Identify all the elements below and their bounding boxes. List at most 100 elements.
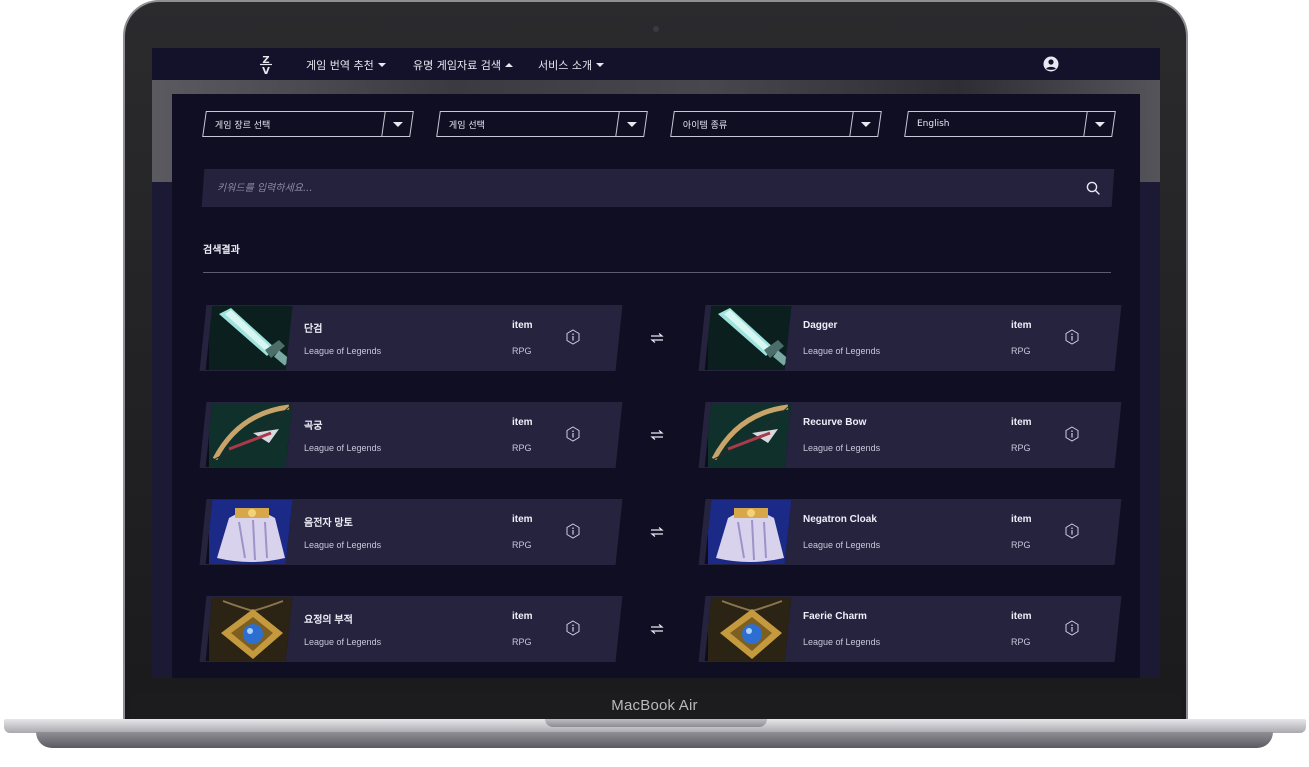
caret-down-icon <box>392 121 403 127</box>
genre-select-arrow[interactable] <box>381 112 413 136</box>
language-select[interactable]: English <box>904 111 1116 137</box>
item-name: 곡궁 <box>304 421 323 432</box>
logo[interactable]: Z V <box>255 53 277 77</box>
item-genre: RPG <box>1011 443 1031 453</box>
user-circle-icon[interactable] <box>1043 56 1059 72</box>
item-genre: RPG <box>1011 540 1031 550</box>
info-icon[interactable] <box>1064 620 1080 636</box>
item-type-select-label: 아이템 종류 <box>683 120 728 131</box>
item-name: Dagger <box>803 320 838 331</box>
bow-icon <box>708 403 792 467</box>
caret-down-icon <box>626 121 637 127</box>
result-card-left-3[interactable]: 요정의 부적 League of Legends item RPG <box>199 596 623 662</box>
search-icon <box>1086 181 1100 195</box>
info-icon[interactable] <box>565 620 581 636</box>
charm-icon <box>708 597 792 661</box>
result-card-right-0[interactable]: Dagger League of Legends item RPG <box>698 305 1122 371</box>
dagger-icon <box>708 306 792 370</box>
item-name: Recurve Bow <box>803 417 867 428</box>
item-name: Negatron Cloak <box>803 514 877 525</box>
game-select-label: 게임 선택 <box>449 120 485 131</box>
info-icon[interactable] <box>1064 329 1080 345</box>
item-game: League of Legends <box>304 346 382 356</box>
caret-down-icon <box>596 63 605 67</box>
genre-select-label: 게임 장르 선택 <box>215 120 271 131</box>
item-thumbnail-charm <box>704 597 792 661</box>
result-card-right-3[interactable]: Faerie Charm League of Legends item RPG <box>698 596 1122 662</box>
nav-item-game-data-search[interactable]: 유명 게임자료 검색 <box>413 57 513 73</box>
search-bar <box>201 169 1115 207</box>
nav-item-translation-recommend[interactable]: 게임 번역 추천 <box>306 57 386 73</box>
language-select-arrow[interactable] <box>1083 112 1115 136</box>
results-divider <box>203 272 1111 273</box>
item-type: item <box>512 514 533 525</box>
swap-arrows-icon <box>650 333 664 343</box>
laptop-hinge-notch <box>545 719 767 727</box>
item-thumbnail-bow <box>205 403 293 467</box>
language-select-label: English <box>917 119 950 129</box>
result-card-right-2[interactable]: Negatron Cloak League of Legends item RP… <box>698 499 1122 565</box>
item-type-select[interactable]: 아이템 종류 <box>670 111 882 137</box>
item-type: item <box>1011 417 1032 428</box>
laptop-model-label: MacBook Air <box>611 697 698 714</box>
item-genre: RPG <box>512 540 532 550</box>
item-type-select-arrow[interactable] <box>849 112 881 136</box>
info-icon[interactable] <box>565 329 581 345</box>
camera <box>653 26 659 32</box>
item-game: League of Legends <box>304 443 382 453</box>
screen: Z V 게임 번역 추천 유명 게임자료 검색 서비스 소개 게임 장르 선택 <box>152 48 1160 678</box>
cloak-icon <box>708 500 792 564</box>
item-type: item <box>512 417 533 428</box>
info-icon[interactable] <box>565 523 581 539</box>
item-type: item <box>1011 611 1032 622</box>
info-icon[interactable] <box>1064 426 1080 442</box>
item-genre: RPG <box>512 637 532 647</box>
item-game: League of Legends <box>304 540 382 550</box>
item-name: Faerie Charm <box>803 611 867 622</box>
info-icon[interactable] <box>565 426 581 442</box>
item-type: item <box>1011 514 1032 525</box>
result-card-left-2[interactable]: 음전자 망토 League of Legends item RPG <box>199 499 623 565</box>
result-card-right-1[interactable]: Recurve Bow League of Legends item RPG <box>698 402 1122 468</box>
item-name: 요정의 부적 <box>304 615 353 626</box>
result-card-left-1[interactable]: 곡궁 League of Legends item RPG <box>199 402 623 468</box>
nav-item-service-intro[interactable]: 서비스 소개 <box>538 57 605 73</box>
item-game: League of Legends <box>803 637 881 647</box>
item-genre: RPG <box>512 346 532 356</box>
item-genre: RPG <box>1011 637 1031 647</box>
nav-item-label: 게임 번역 추천 <box>306 59 374 72</box>
game-select[interactable]: 게임 선택 <box>436 111 648 137</box>
logo-icon: Z V <box>260 55 272 77</box>
item-thumbnail-dagger <box>704 306 792 370</box>
info-icon[interactable] <box>1064 523 1080 539</box>
swap-arrows-icon <box>650 527 664 537</box>
swap-arrows-icon <box>650 430 664 440</box>
laptop-base-bottom <box>36 732 1273 748</box>
item-genre: RPG <box>512 443 532 453</box>
caret-down-icon <box>377 63 386 67</box>
item-game: League of Legends <box>304 637 382 647</box>
item-type: item <box>512 320 533 331</box>
nav-item-label: 서비스 소개 <box>538 59 593 72</box>
search-button[interactable] <box>1073 169 1113 207</box>
top-navbar: Z V 게임 번역 추천 유명 게임자료 검색 서비스 소개 <box>152 48 1160 80</box>
search-input[interactable] <box>203 169 1073 207</box>
item-thumbnail-charm <box>205 597 293 661</box>
caret-down-icon <box>1094 121 1105 127</box>
swap-arrows-icon <box>650 624 664 634</box>
svg-text:V: V <box>262 66 270 75</box>
item-name: 단검 <box>304 324 323 335</box>
results-title: 검색결과 <box>203 245 240 256</box>
item-game: League of Legends <box>803 346 881 356</box>
item-type: item <box>1011 320 1032 331</box>
dagger-icon <box>209 306 293 370</box>
item-thumbnail-dagger <box>205 306 293 370</box>
item-type: item <box>512 611 533 622</box>
game-select-arrow[interactable] <box>615 112 647 136</box>
caret-down-icon <box>860 121 871 127</box>
search-panel: 게임 장르 선택 게임 선택 아이템 종류 English 검색결과 <box>172 94 1140 678</box>
item-thumbnail-cloak <box>205 500 293 564</box>
item-name: 음전자 망토 <box>304 518 353 529</box>
result-card-left-0[interactable]: 단검 League of Legends item RPG <box>199 305 623 371</box>
genre-select[interactable]: 게임 장르 선택 <box>202 111 414 137</box>
